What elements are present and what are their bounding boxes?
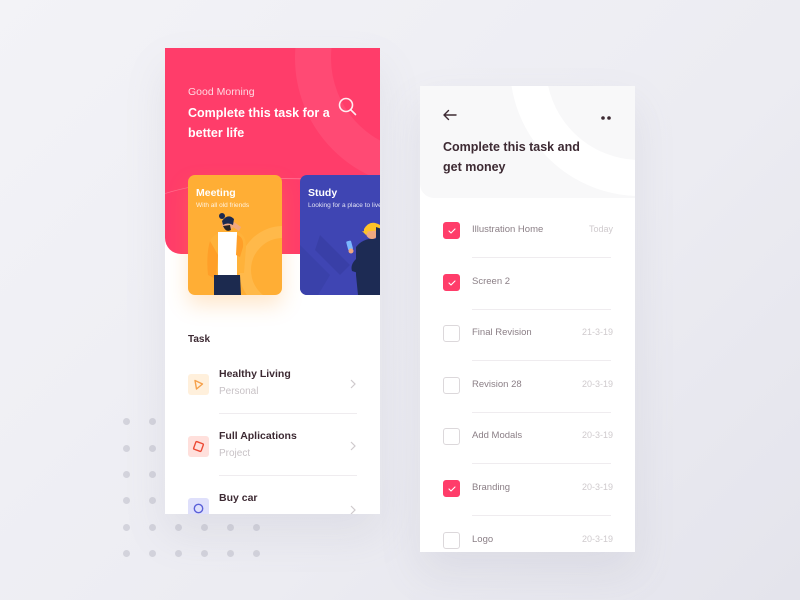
card-subtitle: With all old friends: [196, 202, 250, 209]
task-title: Full Aplications: [219, 430, 297, 442]
task-label: Revision 28: [472, 378, 522, 390]
task-title: Buy car: [219, 492, 258, 504]
task-date: 20-3-19: [581, 533, 613, 544]
checklist-row[interactable]: Add Modals 20-3-19: [420, 428, 635, 480]
home-screen: Good Morning Complete this task for a be…: [165, 48, 380, 514]
decorative-dot: [149, 524, 156, 531]
task-section-label: Task: [188, 334, 211, 345]
arrow-left-icon: [443, 109, 457, 121]
task-item[interactable]: Full Aplications Project: [165, 430, 380, 498]
divider: [472, 463, 611, 465]
chevron-right-icon: [350, 441, 356, 451]
checkmark-icon: [448, 228, 456, 234]
decorative-dot: [227, 550, 234, 557]
task-label: Screen 2: [472, 275, 511, 287]
task-label: Branding: [472, 482, 511, 493]
task-category: Personal: [219, 386, 259, 397]
divider: [472, 515, 611, 516]
checkmark-icon: [448, 280, 456, 286]
divider: [472, 308, 611, 310]
chevron-right-icon: [350, 505, 356, 514]
rotated-square-icon: [192, 440, 205, 453]
task-label: Logo: [472, 533, 494, 545]
task-item[interactable]: Healthy Living Personal: [165, 368, 380, 436]
divider: [472, 411, 611, 413]
detail-header: Complete this task and get money: [420, 86, 635, 198]
detail-title: Complete this task and get money: [443, 140, 580, 174]
decorative-dot: [201, 524, 208, 531]
task-title: Healthy Living: [219, 368, 291, 380]
card-title: Study: [308, 187, 338, 199]
task-category: Project: [219, 448, 251, 459]
task-label: Illustration Home: [472, 224, 544, 235]
divider: [472, 257, 611, 258]
task-checkbox[interactable]: [443, 273, 460, 291]
task-label: Add Modals: [472, 430, 523, 442]
decorative-dot: [149, 550, 156, 557]
meeting-card[interactable]: Meeting With all old friends: [188, 175, 282, 295]
task-checkbox[interactable]: [443, 325, 460, 343]
checklist-row[interactable]: Logo 20-3-19: [420, 531, 635, 552]
decorative-dot: [123, 550, 130, 557]
checklist-row[interactable]: Final Revision 21-3-19: [420, 325, 635, 377]
task-checkbox[interactable]: [443, 531, 460, 549]
decorative-dot: [123, 445, 130, 452]
card-subtitle: Looking for a place to live: [308, 202, 380, 209]
checklist-row[interactable]: Screen 2: [420, 273, 635, 326]
more-dots-icon: [601, 116, 611, 120]
decorative-dot: [253, 524, 260, 531]
decorative-dot: [123, 524, 130, 531]
task-label: Final Revision: [472, 327, 532, 339]
decorative-dot: [123, 471, 130, 478]
task-checkbox[interactable]: [443, 376, 460, 394]
decorative-dot: [149, 497, 156, 504]
checkmark-icon: [448, 486, 456, 492]
decorative-dot: [175, 524, 182, 531]
decorative-dot: [149, 445, 156, 452]
decorative-dot: [227, 524, 234, 531]
task-icon-box: [188, 436, 209, 457]
task-checkbox[interactable]: [443, 428, 460, 446]
home-headline: Complete this task for a better life: [188, 106, 330, 140]
decorative-dot: [123, 418, 130, 425]
divider: [219, 413, 357, 414]
task-date: Today: [588, 224, 613, 234]
back-button[interactable]: [442, 108, 458, 122]
task-detail-screen: Complete this task and get money Illustr…: [420, 86, 635, 552]
more-options-button[interactable]: [598, 110, 614, 120]
checklist-row[interactable]: Revision 28 20-3-19: [420, 376, 635, 429]
decorative-dot: [123, 497, 130, 504]
task-date: 20-3-19: [581, 430, 613, 441]
decorative-dot: [201, 550, 208, 557]
decorative-dot: [149, 418, 156, 425]
play-triangle-icon: [194, 379, 204, 390]
greeting-text: Good Morning: [188, 86, 255, 98]
checklist-row[interactable]: Branding 20-3-19: [420, 480, 635, 532]
search-icon: [338, 97, 357, 116]
decorative-dot: [253, 550, 260, 557]
card-title: Meeting: [196, 187, 236, 199]
study-card[interactable]: Study Looking for a place to live: [300, 175, 380, 295]
search-button[interactable]: [337, 96, 359, 118]
task-checkbox[interactable]: [443, 222, 460, 239]
circle-icon: [193, 503, 204, 514]
task-icon-box: [188, 498, 209, 514]
task-date: 21-3-19: [581, 327, 613, 338]
task-checkbox[interactable]: [443, 480, 460, 497]
task-item[interactable]: Buy car: [165, 492, 380, 514]
decorative-dot: [149, 471, 156, 478]
divider: [472, 360, 611, 362]
checklist-row[interactable]: Illustration Home Today: [420, 222, 635, 274]
task-icon-box: [188, 374, 209, 395]
chevron-right-icon: [350, 379, 356, 389]
decorative-dot: [175, 550, 182, 557]
task-date: 20-3-19: [581, 378, 613, 389]
task-date: 20-3-19: [581, 482, 613, 492]
divider: [219, 475, 357, 476]
